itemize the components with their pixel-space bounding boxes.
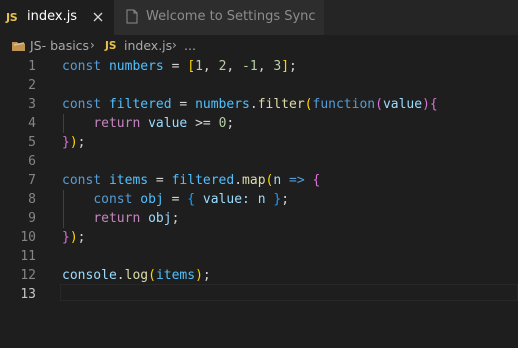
tab-bar: JS index.js Welcome to Settings Sync: [0, 0, 518, 35]
code-line: 8 const obj = { value: n };: [0, 190, 518, 209]
tab-label: index.js: [27, 9, 78, 24]
file-icon: [126, 9, 138, 24]
code-line: 1 const numbers = [1, 2, -1, 3];: [0, 57, 518, 76]
line-number: 8: [28, 192, 36, 207]
code-line: 12 console.log(items);: [0, 266, 518, 285]
code-text: return obj;: [93, 211, 180, 226]
code-text: });: [62, 230, 86, 245]
chevron-right-icon: ›: [172, 38, 177, 52]
code-line: 6: [0, 152, 518, 171]
line-number: 4: [28, 116, 36, 131]
code-line: 10 });: [0, 228, 518, 247]
close-icon[interactable]: [90, 9, 106, 25]
breadcrumb-folder[interactable]: JS- basics: [30, 38, 89, 53]
line-number: 12: [20, 268, 36, 283]
line-number: 13: [20, 287, 36, 302]
code-text: const obj = { value: n };: [93, 192, 290, 207]
line-number: 11: [20, 249, 36, 264]
code-text: console.log(items);: [62, 268, 211, 283]
code-line: 4 return value >= 0;: [0, 114, 518, 133]
editor-window: JS index.js Welcome to Settings Sync JS-…: [0, 0, 518, 348]
code-line: 2: [0, 76, 518, 95]
line-number: 1: [28, 59, 36, 74]
tab-label: Welcome to Settings Sync: [146, 9, 316, 24]
code-text: const filtered = numbers.filter(function…: [62, 97, 438, 112]
code-line: 3 const filtered = numbers.filter(functi…: [0, 95, 518, 114]
line-number: 5: [28, 135, 36, 150]
breadcrumb-file[interactable]: index.js: [124, 38, 172, 53]
code-text: });: [62, 135, 86, 150]
line-number: 10: [20, 230, 36, 245]
line-number: 9: [28, 211, 36, 226]
line-number: 2: [28, 78, 36, 93]
chevron-right-icon: ›: [90, 38, 95, 52]
code-line: 9 return obj;: [0, 209, 518, 228]
breadcrumb-symbols[interactable]: ...: [184, 38, 196, 53]
code-line: 5 });: [0, 133, 518, 152]
code-text: return value >= 0;: [93, 116, 235, 131]
line-number: 6: [28, 154, 36, 169]
tab-index-js[interactable]: JS index.js: [0, 0, 114, 35]
code-line: 13: [0, 285, 518, 304]
code-text: const items = filtered.map(n => {: [62, 173, 321, 188]
code-line: 11: [0, 247, 518, 266]
js-file-icon: JS: [6, 11, 18, 24]
line-number: 3: [28, 97, 36, 112]
code-editor[interactable]: 1 const numbers = [1, 2, -1, 3]; 2 3 con…: [0, 57, 518, 348]
line-number: 7: [28, 173, 36, 188]
code-text: const numbers = [1, 2, -1, 3];: [62, 59, 297, 74]
js-file-icon: JS: [105, 40, 117, 52]
breadcrumb: JS- basics › JS index.js › ...: [0, 35, 518, 57]
code-line: 7 const items = filtered.map(n => {: [0, 171, 518, 190]
tab-welcome-settings-sync[interactable]: Welcome to Settings Sync: [114, 0, 324, 35]
